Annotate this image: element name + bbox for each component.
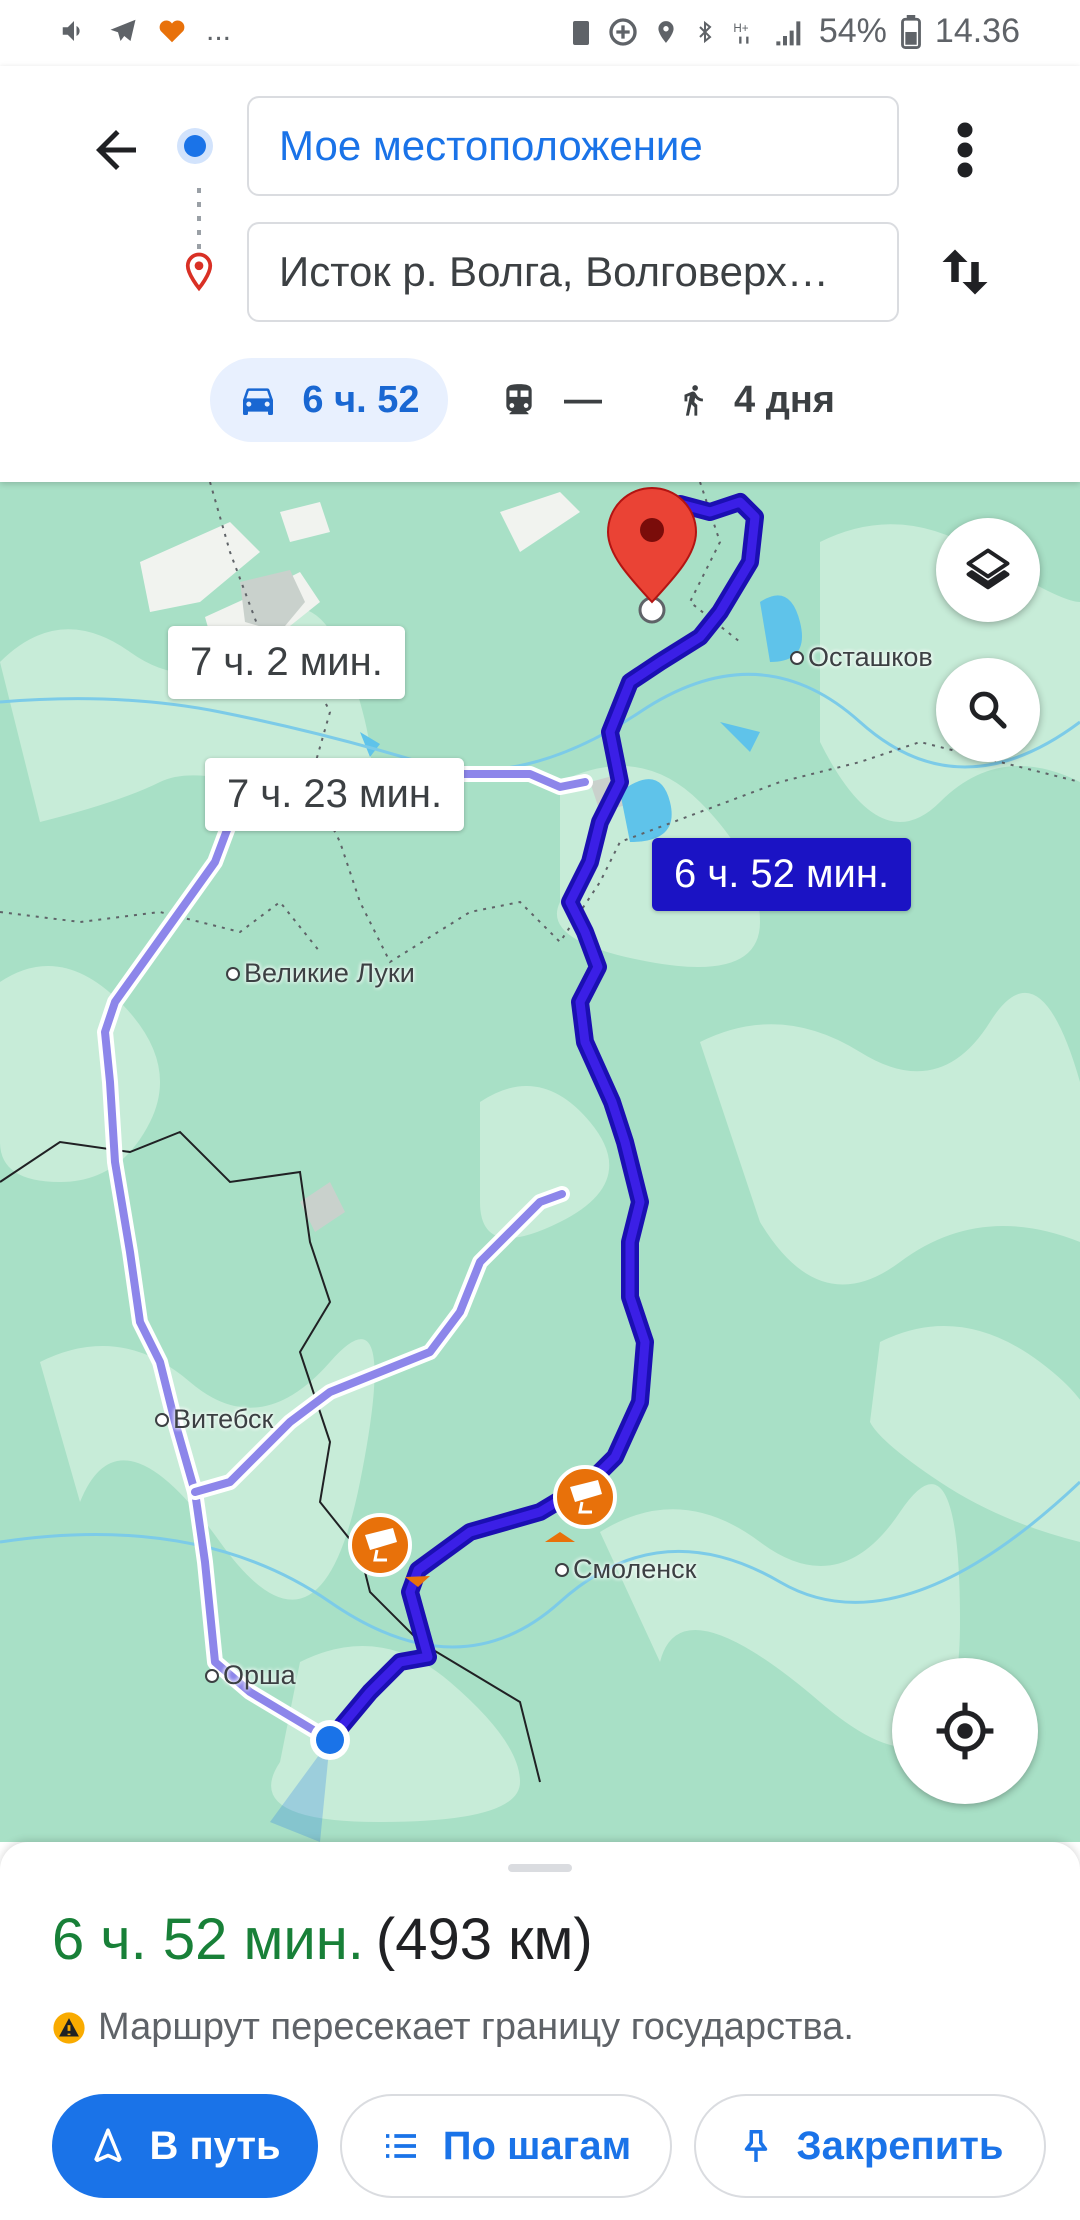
car-icon	[243, 388, 274, 415]
train-icon	[506, 384, 532, 415]
battery-saver-icon	[572, 20, 589, 45]
route-distance: (493 км)	[375, 1907, 593, 1972]
map-canvas	[0, 482, 1080, 1842]
route-summary-sheet[interactable]: 6 ч. 52 мин. (493 км) Маршрут пересекает …	[0, 1842, 1080, 2220]
battery-percent: 54%	[818, 12, 887, 50]
city-label-ostashkov: Осташков	[790, 642, 933, 673]
destination-marker-icon	[606, 487, 698, 624]
route-summary: 6 ч. 52 мин. (493 км)	[52, 1906, 593, 1973]
destination-input[interactable]: Исток р. Волга, Волговерх…	[247, 222, 899, 322]
destination-pin-icon	[185, 252, 213, 292]
battery-icon	[900, 14, 921, 49]
back-arrow-icon[interactable]	[86, 120, 146, 180]
origin-dot-icon	[184, 135, 206, 157]
route-label-alt1[interactable]: 7 ч. 2 мин.	[168, 626, 405, 699]
mode-walk-time: 4 дня	[734, 378, 835, 421]
origin-input[interactable]: Мое местоположение	[247, 96, 899, 196]
health-icon	[159, 20, 185, 43]
map-view[interactable]: Осташков Великие Луки Витебск Смоленск О…	[0, 482, 1080, 1842]
city-label-smolensk: Смоленск	[555, 1554, 696, 1585]
list-icon	[385, 2134, 416, 2158]
swap-directions-icon[interactable]	[935, 242, 995, 302]
route-label-main[interactable]: 6 ч. 52 мин.	[652, 838, 912, 911]
location-icon	[658, 20, 674, 43]
route-label-alt2[interactable]: 7 ч. 23 мин.	[205, 758, 465, 831]
status-bar: ... H+ 54% 14.36	[0, 0, 1080, 66]
terrain-forest	[0, 524, 1080, 1822]
mode-transit-time: —	[564, 378, 602, 421]
telegram-icon	[110, 19, 136, 41]
system-status: H+ 54% 14.36	[569, 12, 1020, 51]
city-label-vitebsk: Витебск	[155, 1404, 273, 1435]
search-button[interactable]	[936, 658, 1040, 762]
bluetooth-icon	[699, 20, 712, 43]
notification-icons: ...	[58, 14, 231, 48]
data-icon: H+	[733, 22, 749, 44]
crosshair-icon	[936, 1702, 994, 1760]
border-warning: Маршрут пересекает границу государства.	[52, 2006, 854, 2049]
volume-icon	[62, 21, 80, 41]
layers-icon	[966, 548, 1010, 590]
search-icon	[969, 691, 1007, 729]
route-duration: 6 ч. 52 мин.	[52, 1907, 364, 1972]
sheet-drag-handle[interactable]	[508, 1864, 572, 1872]
more-notifications: ...	[206, 14, 232, 47]
start-navigation-button[interactable]: В путь	[52, 2094, 318, 2198]
route-alt	[97, 766, 593, 1748]
mode-transit-tab[interactable]: —	[500, 358, 602, 442]
clock: 14.36	[934, 12, 1020, 50]
walking-icon	[684, 385, 703, 416]
directions-header: Мое местоположение Исток р. Волга, Волго…	[0, 66, 1080, 482]
city-label-orsha: Орша	[205, 1660, 296, 1691]
pin-button[interactable]: Закрепить	[694, 2094, 1046, 2198]
sync-icon	[609, 17, 637, 46]
warning-text: Маршрут пересекает границу государства.	[98, 2006, 854, 2048]
warning-icon	[53, 2011, 85, 2044]
mode-car-time: 6 ч. 52	[302, 378, 420, 421]
mode-walk-tab[interactable]: 4 дня	[676, 358, 835, 442]
steps-button[interactable]: По шагам	[340, 2094, 672, 2198]
navigation-arrow-icon	[94, 2128, 123, 2162]
pin-icon	[744, 2130, 767, 2162]
route-connector	[197, 188, 201, 250]
svg-text:H+: H+	[733, 22, 748, 35]
signal-icon	[776, 20, 801, 45]
layers-button[interactable]	[936, 518, 1040, 622]
my-location-button[interactable]	[892, 1658, 1038, 1804]
mode-car-tab[interactable]: 6 ч. 52	[210, 358, 448, 442]
more-options-icon[interactable]	[950, 120, 980, 180]
city-label-velikie-luki: Великие Луки	[226, 958, 415, 989]
